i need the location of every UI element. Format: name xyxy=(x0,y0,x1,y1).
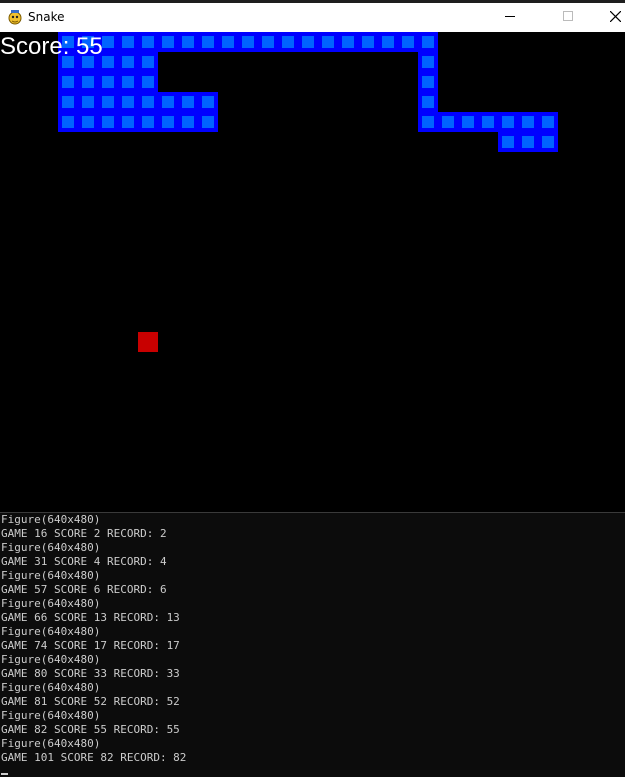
snake-segment xyxy=(478,112,498,132)
console-line: Figure(640x480) xyxy=(1,653,101,666)
console-output: Figure(640x480) GAME 16 SCORE 2 RECORD: 2… xyxy=(0,512,625,777)
console-caret xyxy=(1,773,8,775)
snake-segment xyxy=(118,112,138,132)
snake-segment xyxy=(438,112,458,132)
snake-segment xyxy=(138,112,158,132)
close-icon xyxy=(610,11,621,22)
snake-segment xyxy=(138,92,158,112)
snake-segment xyxy=(498,112,518,132)
maximize-button[interactable] xyxy=(545,0,591,32)
console-line: GAME 31 SCORE 4 RECORD: 4 xyxy=(1,555,167,568)
snake-segment xyxy=(518,112,538,132)
snake-segment xyxy=(118,72,138,92)
snake-segment xyxy=(218,32,238,52)
console-line: GAME 81 SCORE 52 RECORD: 52 xyxy=(1,695,180,708)
snake-segment xyxy=(118,52,138,72)
console-line: Figure(640x480) xyxy=(1,625,101,638)
snake-segment xyxy=(518,132,538,152)
console-line: Figure(640x480) xyxy=(1,569,101,582)
snake-segment xyxy=(378,32,398,52)
snake-segment xyxy=(418,112,438,132)
snake-segment xyxy=(78,92,98,112)
snake-segment xyxy=(418,72,438,92)
snake-segment xyxy=(78,112,98,132)
snake-segment xyxy=(498,132,518,152)
snake-segment xyxy=(58,92,78,112)
snake-segment xyxy=(418,52,438,72)
snake-segment xyxy=(58,72,78,92)
console-line: Figure(640x480) xyxy=(1,513,101,526)
console-line: GAME 57 SCORE 6 RECORD: 6 xyxy=(1,583,167,596)
snake-segment xyxy=(138,72,158,92)
minimize-icon xyxy=(505,16,515,17)
snake-segment xyxy=(158,112,178,132)
console-line: GAME 66 SCORE 13 RECORD: 13 xyxy=(1,611,180,624)
snake-segment xyxy=(178,32,198,52)
snake-segment xyxy=(338,32,358,52)
snake-segment xyxy=(138,32,158,52)
snake-segment xyxy=(78,72,98,92)
snake-segment xyxy=(418,32,438,52)
snake-segment xyxy=(238,32,258,52)
console-line: GAME 80 SCORE 33 RECORD: 33 xyxy=(1,667,180,680)
snake-segment xyxy=(98,72,118,92)
snake-segment xyxy=(538,112,558,132)
snake-segment xyxy=(398,32,418,52)
close-button[interactable] xyxy=(592,0,625,32)
console-line: Figure(640x480) xyxy=(1,737,101,750)
snake-segment xyxy=(98,92,118,112)
snake-segment xyxy=(418,92,438,112)
snake-segment xyxy=(358,32,378,52)
console-line: GAME 74 SCORE 17 RECORD: 17 xyxy=(1,639,180,652)
snake-segment xyxy=(178,112,198,132)
pygame-snake-icon xyxy=(8,10,22,25)
maximize-icon xyxy=(563,11,573,21)
snake-segment xyxy=(198,92,218,112)
snake-segment xyxy=(118,32,138,52)
snake-segment xyxy=(118,92,138,112)
snake-segment xyxy=(158,92,178,112)
snake-segment xyxy=(538,132,558,152)
snake-segment xyxy=(58,112,78,132)
title-bar: Snake xyxy=(0,0,625,32)
console-line: GAME 82 SCORE 55 RECORD: 55 xyxy=(1,723,180,736)
window-title: Snake xyxy=(28,10,65,24)
console-line: Figure(640x480) xyxy=(1,541,101,554)
console-line: GAME 101 SCORE 82 RECORD: 82 xyxy=(1,751,187,764)
snake-segment xyxy=(298,32,318,52)
score-label: Score: 55 xyxy=(0,33,103,60)
snake-segment xyxy=(138,52,158,72)
snake-segment xyxy=(198,32,218,52)
console-lines: Figure(640x480) GAME 16 SCORE 2 RECORD: 2… xyxy=(0,513,625,765)
snake-segment xyxy=(198,112,218,132)
snake-segment xyxy=(258,32,278,52)
snake-segment xyxy=(458,112,478,132)
food-item xyxy=(138,332,158,352)
console-line: Figure(640x480) xyxy=(1,597,101,610)
snake-segment xyxy=(158,32,178,52)
snake-segment xyxy=(318,32,338,52)
minimize-button[interactable] xyxy=(487,0,533,32)
console-line: Figure(640x480) xyxy=(1,681,101,694)
console-line: Figure(640x480) xyxy=(1,709,101,722)
snake-segment xyxy=(98,112,118,132)
snake-segment xyxy=(278,32,298,52)
snake-segment xyxy=(178,92,198,112)
game-board: Score: 55 xyxy=(0,32,625,512)
console-line: GAME 16 SCORE 2 RECORD: 2 xyxy=(1,527,167,540)
